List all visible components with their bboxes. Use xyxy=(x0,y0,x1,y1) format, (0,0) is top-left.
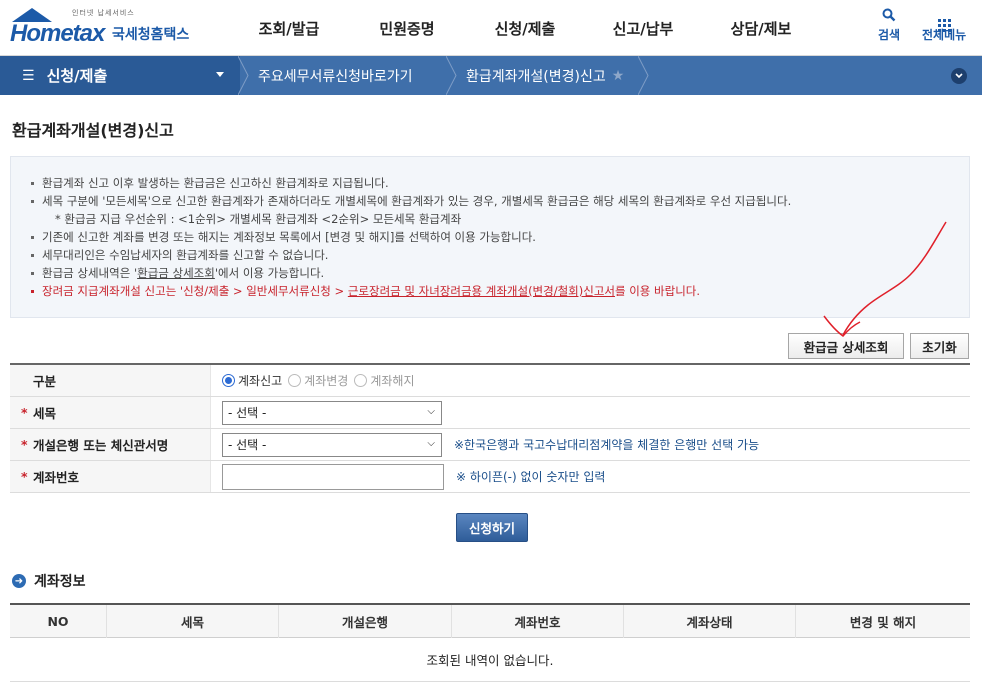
bank-label: * 개설은행 또는 체신관서명 xyxy=(10,429,211,460)
account-note: ※ 하이픈(-) 없이 숫자만 입력 xyxy=(456,470,606,484)
radio-account-cancel[interactable]: 계좌해지 xyxy=(354,372,415,389)
refund-detail-link[interactable]: 환급금 상세조회 xyxy=(137,266,215,280)
col-change: 변경 및 해지 xyxy=(849,615,917,630)
breadcrumb-menu-dropdown[interactable]: ☰ 신청/제출 xyxy=(0,56,240,95)
submit-button[interactable]: 신청하기 xyxy=(456,513,528,542)
form-row-bank: * 개설은행 또는 체신관서명 - 선택 - ⌵ ※한국은행과 국고수납대리점계약을… xyxy=(10,429,970,461)
nav-consult[interactable]: 상담/제보 xyxy=(702,0,820,56)
search-icon xyxy=(878,8,900,26)
nav-filing[interactable]: 신고/납부 xyxy=(584,0,702,56)
full-menu-label: 전체메뉴 xyxy=(922,28,967,42)
bank-select[interactable]: - 선택 - ⌵ xyxy=(222,432,442,457)
page-title: 환급계좌개설(변경)신고 xyxy=(12,121,174,140)
info-line: 환급계좌 신고 이후 발생하는 환급금은 신고하신 환급계좌로 지급됩니다. xyxy=(31,174,969,192)
full-menu-button[interactable]: 전체메뉴 xyxy=(922,8,966,43)
radio-account-change[interactable]: 계좌변경 xyxy=(288,372,348,389)
nav-inquiry[interactable]: 조회/발급 xyxy=(230,0,348,56)
grid-menu-icon xyxy=(922,8,966,32)
col-no: NO xyxy=(10,605,107,638)
logo-korean-text: 국세청홈택스 xyxy=(112,27,190,43)
search-button[interactable]: 검색 xyxy=(878,8,900,43)
logo-small-text: 인터넷 납세서비스 xyxy=(72,9,135,17)
tax-label: * 세목 xyxy=(10,397,211,428)
info-line: 세목 구분에 '모든세목'으로 신고한 환급계좌가 존재하더라도 개별세목에 환… xyxy=(31,192,969,210)
caret-down-icon xyxy=(216,72,224,77)
incentive-account-link[interactable]: 근로장려금 및 자녀장려금용 계좌개설(변경/철회)신고서 xyxy=(348,284,615,298)
nav-application[interactable]: 신청/제출 xyxy=(466,0,584,56)
star-icon[interactable]: ★ xyxy=(612,68,625,84)
radio-unchecked-icon xyxy=(288,374,302,387)
info-line-priority: * 환급금 지급 우선순위 : <1순위> 개별세목 환급계좌 <2순위> 모든… xyxy=(55,212,462,226)
chevron-down-icon[interactable] xyxy=(951,68,967,84)
breadcrumb-menu-label: 신청/제출 xyxy=(46,67,108,85)
bank-note: ※한국은행과 국고수납대리점계약을 체결한 은행만 선택 가능 xyxy=(454,438,760,452)
info-box: 환급계좌 신고 이후 발생하는 환급금은 신고하신 환급계좌로 지급됩니다. 세… xyxy=(10,156,970,318)
form-row-tax: * 세목 - 선택 - ⌵ xyxy=(10,397,970,429)
breadcrumb-current-label: 환급계좌개설(변경)신고 xyxy=(466,68,606,85)
col-bank: 개설은행 xyxy=(279,605,452,638)
logo-main-text: Hometax xyxy=(10,20,105,47)
account-info-heading: ➜ 계좌정보 xyxy=(12,571,86,591)
info-line-incentive: 장려금 지급계좌개설 신고는 '신청/제출 > 일반세무서류신청 > 근로장려금… xyxy=(31,282,969,300)
col-account: 계좌번호 xyxy=(452,605,624,638)
info-line: 세무대리인은 수임납세자의 환급계좌를 신고할 수 없습니다. xyxy=(31,246,969,264)
breadcrumb-separator-icon xyxy=(446,56,457,95)
breadcrumb-separator-icon xyxy=(238,56,249,95)
breadcrumb: ☰ 신청/제출 주요세무서류신청바로가기 환급계좌개설(변경)신고 ★ xyxy=(0,56,982,95)
account-number-input[interactable] xyxy=(222,463,444,490)
chevron-down-icon: ⌵ xyxy=(427,405,435,417)
nav-certificate[interactable]: 민원증명 xyxy=(348,0,466,56)
account-label: * 계좌번호 xyxy=(10,461,211,492)
arrow-circle-icon: ➜ xyxy=(12,574,26,588)
form-row-type: 구분 계좌신고 계좌변경 계좌해지 xyxy=(10,365,970,397)
chevron-down-icon: ⌵ xyxy=(427,437,435,449)
main-nav: 조회/발급 민원증명 신청/제출 신고/납부 상담/제보 xyxy=(230,0,820,56)
col-tax: 세목 xyxy=(107,605,279,638)
radio-unchecked-icon xyxy=(354,374,368,387)
refund-account-form: 구분 계좌신고 계좌변경 계좌해지 * 세목 - 선택 - ⌵ * 개설은행 또는 체… xyxy=(10,363,970,493)
breadcrumb-item-current[interactable]: 환급계좌개설(변경)신고 ★ xyxy=(466,56,624,95)
form-row-account: * 계좌번호 ※ 하이픈(-) 없이 숫자만 입력 xyxy=(10,461,970,493)
top-header: 인터넷 납세서비스 Hometax 국세청홈택스 조회/발급 민원증명 신청/제… xyxy=(0,0,982,56)
search-label: 검색 xyxy=(878,28,901,42)
info-line: 환급금 상세내역은 '환급금 상세조회'에서 이용 가능합니다. xyxy=(31,264,969,282)
empty-message: 조회된 내역이 없습니다. xyxy=(10,638,970,682)
col-status: 계좌상태 xyxy=(624,605,796,638)
info-line: 기존에 신고한 계좌를 변경 또는 해지는 계좌정보 목록에서 [변경 및 해지… xyxy=(31,228,969,246)
breadcrumb-item-main-docs[interactable]: 주요세무서류신청바로가기 xyxy=(258,56,413,95)
hamburger-icon: ☰ xyxy=(22,67,35,84)
breadcrumb-separator-icon xyxy=(638,56,649,95)
hometax-logo[interactable]: 인터넷 납세서비스 Hometax 국세청홈택스 xyxy=(10,6,200,50)
account-table: NO 세목 개설은행 계좌번호 계좌상태 변경 및 해지 조회된 내역이 없습니… xyxy=(10,603,970,682)
account-table-header: NO 세목 개설은행 계좌번호 계좌상태 변경 및 해지 xyxy=(10,605,970,638)
type-label: 구분 xyxy=(10,365,211,396)
tax-select[interactable]: - 선택 - ⌵ xyxy=(222,400,442,425)
refund-detail-button[interactable]: 환급금 상세조회 xyxy=(788,333,904,359)
radio-checked-icon xyxy=(222,374,235,387)
radio-account-register[interactable]: 계좌신고 xyxy=(222,372,282,389)
reset-button[interactable]: 초기화 xyxy=(910,333,969,359)
